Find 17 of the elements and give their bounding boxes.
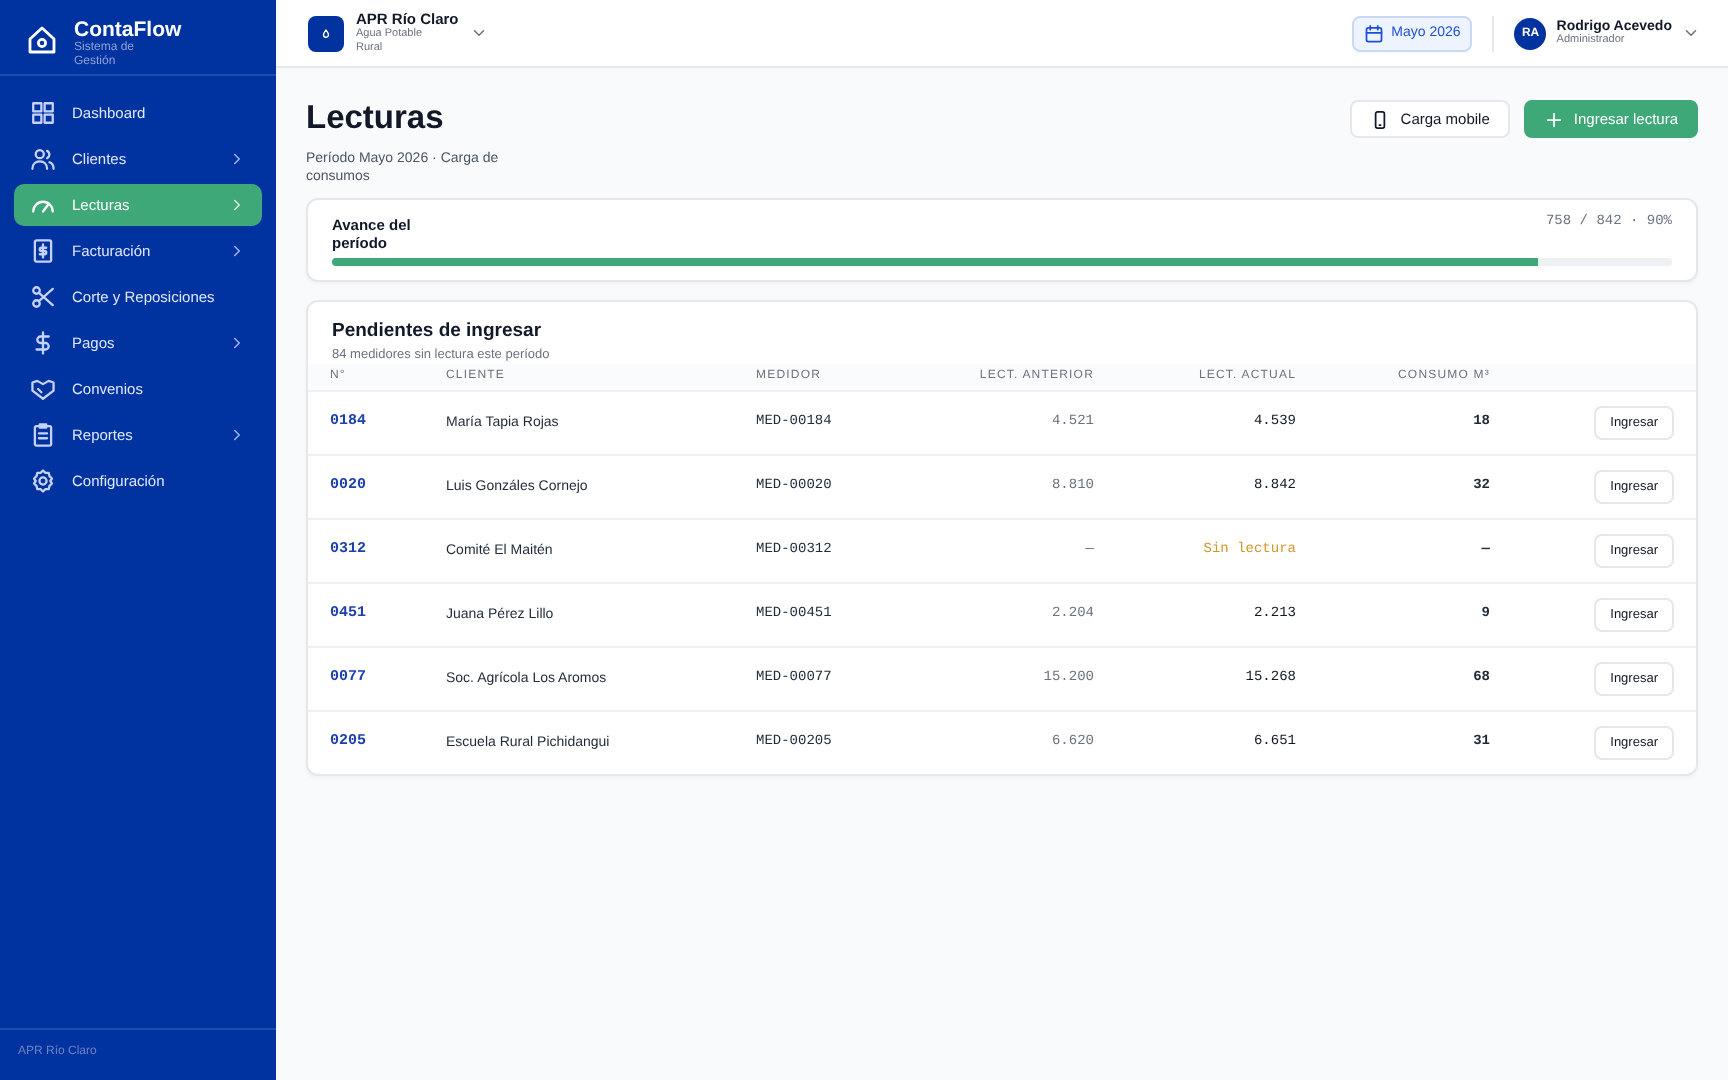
gear-icon <box>30 468 56 494</box>
house-icon <box>26 24 58 56</box>
phone-icon <box>1370 109 1391 129</box>
water-drop-icon <box>308 15 344 51</box>
table-title: Pendientes de ingresar <box>332 320 544 343</box>
chevron-down-icon <box>470 24 489 42</box>
chevron-down-icon <box>1682 24 1700 42</box>
invoice-icon <box>30 238 56 264</box>
scissors-icon <box>30 284 56 310</box>
calendar-icon <box>1363 23 1384 43</box>
brand-name: ContaFlow <box>74 18 182 42</box>
plus-icon <box>1543 109 1564 129</box>
grid-icon <box>30 100 56 126</box>
users-icon <box>30 146 56 172</box>
clipboard-icon <box>30 422 56 448</box>
page-title: Lecturas <box>306 100 446 138</box>
dollar-icon <box>30 330 56 356</box>
